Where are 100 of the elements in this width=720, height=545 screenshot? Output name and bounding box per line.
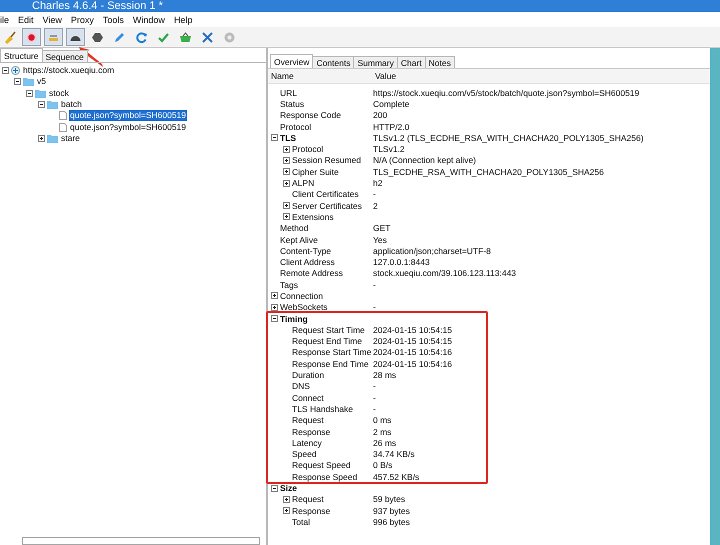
collapse-icon[interactable] bbox=[26, 90, 33, 97]
field-value: 937 bytes bbox=[373, 506, 411, 516]
tab[interactable]: Overview bbox=[270, 54, 314, 68]
section-title: Timing bbox=[280, 314, 308, 324]
field-name: Cipher Suite bbox=[292, 166, 339, 177]
tree-item[interactable]: batch bbox=[60, 99, 83, 110]
tab[interactable]: Contents bbox=[312, 56, 354, 68]
column-header: Value bbox=[374, 71, 398, 81]
collapse-icon[interactable] bbox=[14, 78, 21, 86]
expand-icon[interactable] bbox=[283, 146, 290, 153]
tab[interactable]: Structure bbox=[0, 48, 42, 62]
tree-item[interactable]: v5 bbox=[36, 76, 47, 88]
field-name: Client Address bbox=[280, 257, 335, 268]
field-name: Request Start Time bbox=[292, 324, 365, 335]
expand-icon[interactable] bbox=[283, 213, 290, 220]
field-value: TLSv1.2 (TLS_ECDHE_RSA_WITH_CHACHA20_POLY1305_SHA256) bbox=[373, 132, 645, 143]
record-icon bbox=[25, 30, 38, 44]
basket-icon bbox=[179, 30, 192, 44]
field-name: Session Resumed bbox=[292, 155, 361, 166]
tree-item[interactable]: quote.json?symbol=SH600519 bbox=[69, 110, 188, 122]
expand-icon[interactable] bbox=[283, 156, 290, 164]
field-name: Request bbox=[292, 415, 324, 426]
tools-icon bbox=[201, 30, 214, 44]
field-value: 996 bytes bbox=[373, 516, 411, 527]
menu-item[interactable]: View bbox=[42, 14, 62, 24]
tab[interactable]: Summary bbox=[353, 56, 398, 68]
tree-item[interactable]: https://stock.xueqiu.com bbox=[22, 65, 116, 76]
tree-item[interactable]: quote.json?symbol=SH600519 bbox=[69, 122, 188, 133]
tree-item[interactable]: stock bbox=[48, 88, 70, 99]
collapse-icon[interactable] bbox=[2, 67, 9, 74]
field-name: Response Speed bbox=[292, 472, 358, 482]
toolbar-button[interactable] bbox=[22, 28, 41, 46]
field-value: 26 ms bbox=[373, 438, 398, 448]
hexagon-icon bbox=[91, 30, 104, 44]
tab[interactable]: Notes bbox=[424, 56, 455, 68]
field-value: - bbox=[373, 381, 377, 392]
field-value: 34.74 KB/s bbox=[373, 449, 416, 460]
expand-icon[interactable] bbox=[271, 292, 278, 300]
collapse-icon[interactable] bbox=[271, 315, 278, 322]
field-value: TLSv1.2 bbox=[373, 144, 406, 154]
field-value: Yes bbox=[373, 234, 388, 244]
refresh-icon bbox=[135, 30, 148, 44]
field-value: - bbox=[373, 189, 377, 200]
field-value: application/json;charset=UTF-8 bbox=[373, 246, 492, 256]
field-name: Tags bbox=[280, 280, 298, 290]
field-name: Response bbox=[292, 426, 330, 437]
tree-item[interactable]: stare bbox=[60, 132, 81, 144]
filter-field[interactable] bbox=[22, 537, 260, 545]
field-value: 28 ms bbox=[373, 370, 398, 380]
field-value: GET bbox=[373, 223, 392, 234]
field-name: Speed bbox=[292, 449, 317, 460]
field-name: Server Certificates bbox=[292, 200, 362, 211]
field-value: - bbox=[373, 302, 377, 312]
folder-icon bbox=[47, 100, 58, 110]
field-value: h2 bbox=[373, 178, 384, 188]
field-name: Duration bbox=[292, 370, 324, 380]
field-name: Connect bbox=[292, 392, 324, 403]
field-value: 2 bbox=[373, 200, 379, 211]
menu-item[interactable]: Tools bbox=[102, 14, 124, 24]
field-name: Response End Time bbox=[292, 358, 369, 369]
field-name: Connection bbox=[280, 290, 324, 301]
tab[interactable]: Chart bbox=[396, 56, 426, 68]
field-value: Complete bbox=[373, 98, 410, 109]
field-value: TLS_ECDHE_RSA_WITH_CHACHA20_POLY1305_SHA256 bbox=[373, 166, 605, 177]
menu-item[interactable]: Edit bbox=[18, 14, 34, 24]
field-name: Method bbox=[280, 223, 308, 234]
field-value: 2024-01-15 10:54:15 bbox=[373, 324, 453, 335]
field-name: Status bbox=[280, 98, 304, 109]
folder-icon bbox=[23, 77, 34, 86]
field-name: ALPN bbox=[292, 178, 314, 188]
expand-icon[interactable] bbox=[38, 134, 45, 142]
expand-icon[interactable] bbox=[271, 304, 278, 311]
globe-icon bbox=[11, 66, 20, 76]
field-value: 200 bbox=[373, 110, 388, 120]
menu-item[interactable]: ile bbox=[0, 14, 10, 24]
collapse-icon[interactable] bbox=[271, 484, 278, 492]
field-name: WebSockets bbox=[280, 302, 328, 312]
collapse-icon[interactable] bbox=[38, 101, 45, 108]
menu-item[interactable]: Proxy bbox=[70, 14, 94, 24]
field-value: HTTP/2.0 bbox=[373, 122, 410, 132]
collapse-icon[interactable] bbox=[271, 134, 278, 142]
field-value: https://stock.xueqiu.com/v5/stock/batch/quote.json?symbol=SH600519 bbox=[373, 88, 640, 98]
field-name: Total bbox=[292, 516, 310, 527]
tab[interactable]: Sequence bbox=[42, 50, 88, 62]
field-name: Latency bbox=[292, 438, 322, 448]
menu-item[interactable]: Window bbox=[132, 14, 165, 24]
expand-icon[interactable] bbox=[283, 507, 290, 514]
folder-icon bbox=[35, 88, 46, 98]
expand-icon[interactable] bbox=[283, 202, 290, 210]
window-title: Charles 4.6.4 - Session 1 * bbox=[31, 0, 163, 12]
field-value: stock.xueqiu.com/39.106.123.113:443 bbox=[373, 268, 518, 278]
menu-item[interactable]: Help bbox=[174, 14, 192, 24]
section-title: Size bbox=[280, 483, 298, 494]
field-value: 0 ms bbox=[373, 415, 392, 426]
expand-icon[interactable] bbox=[283, 168, 290, 176]
expand-icon[interactable] bbox=[283, 496, 290, 503]
expand-icon[interactable] bbox=[283, 180, 290, 187]
field-value: - bbox=[373, 392, 377, 403]
field-name: Client Certificates bbox=[292, 189, 359, 200]
column-header: Name bbox=[270, 71, 295, 81]
